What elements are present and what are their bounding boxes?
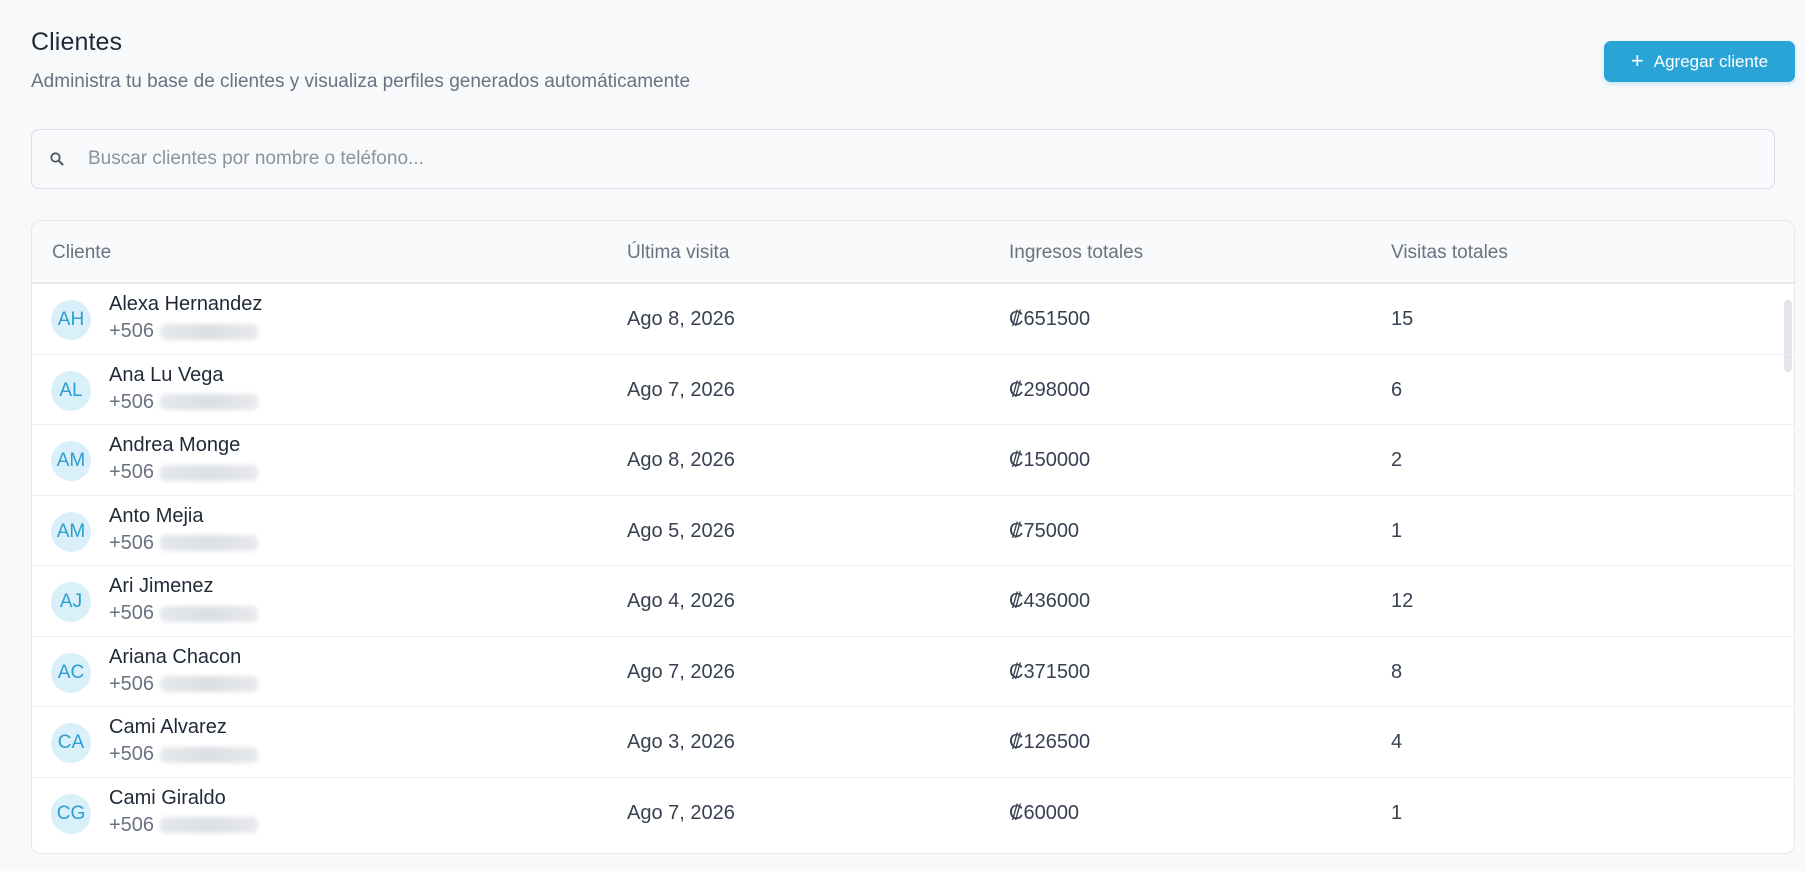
client-phone: +506: [109, 531, 259, 555]
table-body: AH Alexa Hernandez +506 Ago 8, 2026 ₡651…: [32, 284, 1794, 853]
phone-number-redacted: [160, 605, 259, 622]
total-visits: 6: [1391, 378, 1403, 401]
phone-number-redacted: [160, 394, 259, 410]
avatar: AC: [51, 652, 91, 693]
avatar: AL: [51, 370, 91, 411]
phone-prefix: +506: [109, 602, 155, 624]
search-bar: [31, 129, 1775, 189]
column-header-last-visit[interactable]: Última visita: [627, 242, 729, 264]
column-header-client[interactable]: Cliente: [52, 242, 111, 264]
table-row[interactable]: AM Anto Mejia +506 Ago 5, 2026 ₡75000 1: [32, 496, 1794, 566]
table-header: Cliente Última visita Ingresos totales V…: [32, 221, 1794, 284]
phone-number-redacted: [160, 464, 259, 481]
avatar: AM: [51, 441, 91, 481]
last-visit: Ago 8, 2026: [627, 449, 735, 471]
total-visits: 1: [1391, 519, 1403, 542]
table-row[interactable]: CA Cami Alvarez +506 Ago 3, 2026 ₡126500…: [32, 707, 1794, 778]
client-name: Anto Mejia: [109, 504, 204, 527]
table-row[interactable]: AC Ariana Chacon +506 Ago 7, 2026 ₡37150…: [32, 637, 1794, 707]
client-name: Ariana Chacon: [109, 645, 242, 668]
column-header-total-revenue[interactable]: Ingresos totales: [1009, 242, 1143, 264]
search-icon: [49, 151, 65, 167]
avatar: AM: [51, 511, 91, 552]
search-input[interactable]: [88, 130, 1774, 188]
client-name: Cami Alvarez: [109, 716, 227, 738]
total-visits: 4: [1391, 731, 1403, 753]
total-visits: 15: [1391, 308, 1414, 330]
total-revenue: ₡298000: [1009, 378, 1091, 401]
total-revenue: ₡651500: [1009, 308, 1091, 330]
last-visit: Ago 4, 2026: [627, 590, 735, 612]
page-subtitle: Administra tu base de clientes y visuali…: [31, 71, 691, 92]
table-row[interactable]: AL Ana Lu Vega +506 Ago 7, 2026 ₡298000 …: [32, 355, 1794, 425]
client-phone: +506: [109, 602, 259, 625]
add-client-label: Agregar cliente: [1653, 51, 1769, 71]
table-row[interactable]: AH Alexa Hernandez +506 Ago 8, 2026 ₡651…: [32, 284, 1794, 355]
total-revenue: ₡60000: [1009, 801, 1080, 824]
phone-number-redacted: [160, 746, 259, 763]
client-phone: +506: [109, 390, 259, 414]
avatar: AJ: [51, 582, 91, 622]
total-revenue: ₡371500: [1009, 660, 1091, 683]
page-title: Clientes: [31, 28, 123, 56]
client-name: Ana Lu Vega: [109, 363, 224, 386]
clients-page: Clientes Administra tu base de clientes …: [0, 0, 1805, 871]
total-revenue: ₡150000: [1009, 449, 1091, 471]
phone-prefix: +506: [109, 531, 155, 554]
client-phone: +506: [109, 813, 259, 837]
table-row[interactable]: AJ Ari Jimenez +506 Ago 4, 2026 ₡436000 …: [32, 566, 1794, 637]
clients-table: Cliente Última visita Ingresos totales V…: [31, 220, 1795, 854]
last-visit: Ago 7, 2026: [627, 660, 735, 683]
phone-number-redacted: [160, 535, 259, 551]
client-phone: +506: [109, 461, 259, 484]
phone-prefix: +506: [109, 743, 155, 765]
phone-prefix: +506: [109, 320, 155, 342]
client-name: Andrea Monge: [109, 434, 241, 456]
phone-prefix: +506: [109, 461, 155, 483]
total-revenue: ₡436000: [1009, 590, 1091, 612]
client-name: Cami Giraldo: [109, 786, 226, 809]
total-visits: 8: [1391, 660, 1403, 683]
avatar: AH: [51, 300, 91, 340]
table-row[interactable]: AM Andrea Monge +506 Ago 8, 2026 ₡150000…: [32, 425, 1794, 496]
last-visit: Ago 8, 2026: [627, 308, 735, 330]
phone-number-redacted: [160, 817, 259, 833]
phone-prefix: +506: [109, 390, 155, 413]
last-visit: Ago 3, 2026: [627, 731, 735, 753]
total-visits: 12: [1391, 590, 1414, 612]
last-visit: Ago 7, 2026: [627, 378, 735, 401]
client-phone: +506: [109, 743, 259, 766]
add-client-button[interactable]: + Agregar cliente: [1604, 41, 1795, 82]
total-revenue: ₡75000: [1009, 519, 1080, 542]
last-visit: Ago 5, 2026: [627, 519, 735, 542]
total-visits: 2: [1391, 449, 1403, 471]
avatar: CG: [51, 793, 91, 834]
column-header-total-visits[interactable]: Visitas totales: [1391, 242, 1508, 264]
page-header: Clientes Administra tu base de clientes …: [31, 28, 690, 93]
phone-number-redacted: [160, 676, 259, 692]
plus-icon: +: [1630, 47, 1644, 73]
phone-prefix: +506: [109, 672, 155, 695]
client-name: Ari Jimenez: [109, 575, 214, 597]
phone-prefix: +506: [109, 813, 155, 836]
total-revenue: ₡126500: [1009, 731, 1091, 753]
avatar: CA: [51, 723, 91, 763]
phone-number-redacted: [160, 323, 259, 340]
table-row[interactable]: CG Cami Giraldo +506 Ago 7, 2026 ₡60000 …: [32, 778, 1794, 849]
client-phone: +506: [109, 672, 259, 696]
last-visit: Ago 7, 2026: [627, 801, 735, 824]
client-phone: +506: [109, 320, 259, 343]
client-name: Alexa Hernandez: [109, 293, 263, 315]
total-visits: 1: [1391, 801, 1403, 824]
